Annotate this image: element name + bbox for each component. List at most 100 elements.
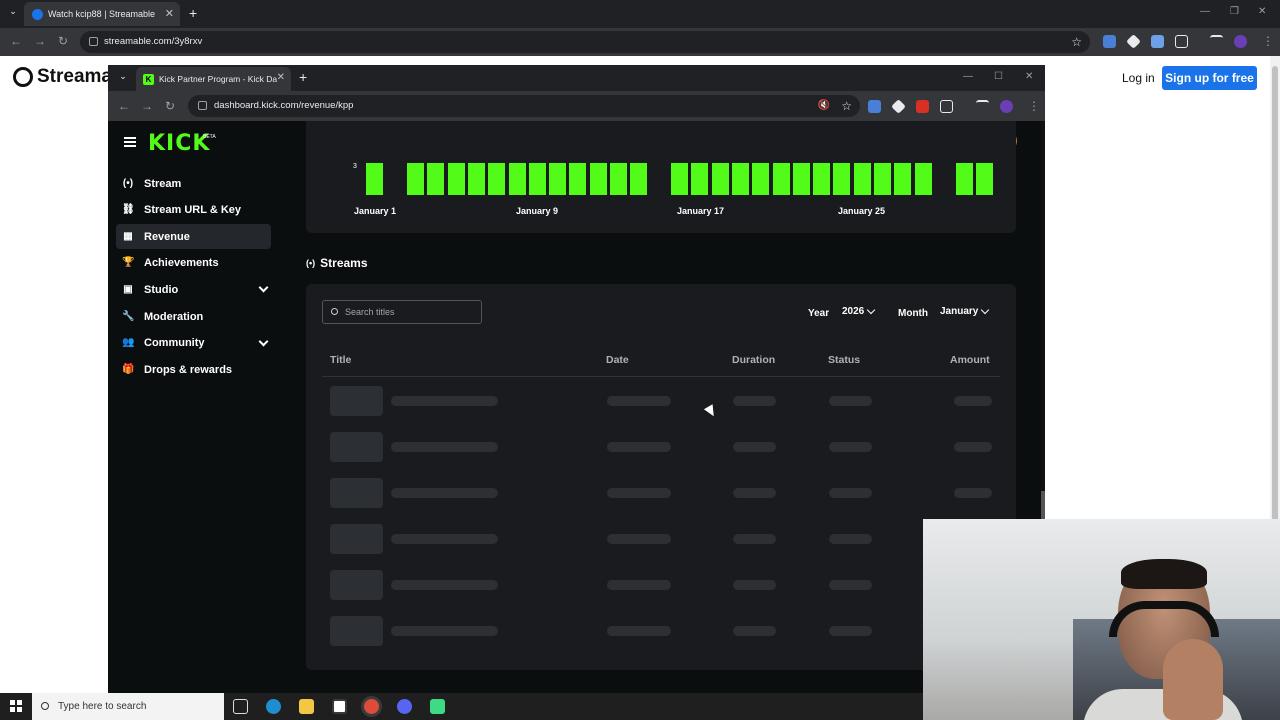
chart-bar[interactable] (752, 163, 770, 195)
chart-bar[interactable] (569, 163, 587, 195)
column-header-title[interactable]: Title (330, 354, 351, 366)
sidebar-item[interactable]: 🏆 Achievements (116, 251, 271, 276)
sidebar-item[interactable]: 🎁 Drops & rewards (116, 357, 271, 382)
chart-bar[interactable] (630, 163, 648, 195)
inner-extension-image-icon[interactable] (916, 100, 929, 113)
chart-bar[interactable] (914, 163, 932, 195)
month-select[interactable]: January (940, 302, 990, 322)
inner-minimize-icon[interactable]: — (963, 71, 973, 82)
inner-reload-icon[interactable]: ↻ (165, 99, 175, 113)
chrome-icon[interactable] (364, 699, 379, 714)
chart-bar[interactable] (711, 163, 729, 195)
media-control-icon[interactable] (1210, 35, 1223, 48)
chart-bar[interactable] (528, 163, 546, 195)
column-header-date[interactable]: Date (606, 354, 629, 366)
chevron-down-icon[interactable] (258, 336, 269, 347)
chart-bar[interactable] (427, 163, 445, 195)
chart-bar[interactable] (549, 163, 567, 195)
extension-image-icon[interactable] (1151, 35, 1164, 48)
inner-site-info-icon[interactable] (198, 101, 207, 110)
bookmark-star-icon[interactable]: ☆ (1071, 31, 1082, 53)
sidebar-item[interactable]: ⛓ Stream URL & Key (116, 198, 271, 223)
chart-bar[interactable] (447, 163, 465, 195)
chart-bar[interactable] (691, 163, 709, 195)
chart-bar[interactable] (956, 163, 973, 195)
table-row[interactable] (306, 432, 1016, 462)
table-row[interactable] (306, 524, 1016, 554)
minimize-icon[interactable]: — (1200, 6, 1210, 17)
store-icon[interactable] (332, 699, 347, 714)
column-header-duration[interactable]: Duration (732, 354, 775, 366)
table-row[interactable] (306, 386, 1016, 416)
close-window-icon[interactable]: ✕ (1258, 6, 1266, 17)
chart-bar[interactable] (589, 163, 607, 195)
browser-menu-icon[interactable]: ⋮ (1262, 34, 1274, 48)
year-select[interactable]: 2026 (842, 302, 876, 322)
chart-bar[interactable] (792, 163, 810, 195)
inner-extensions-puzzle-icon[interactable] (940, 100, 953, 113)
sidebar-item[interactable]: 👥 Community (116, 331, 271, 356)
task-view-icon[interactable] (233, 699, 248, 714)
forward-icon[interactable]: → (34, 34, 46, 48)
inner-tab-kick[interactable]: K Kick Partner Program - Kick Da ✕ (136, 67, 291, 91)
file-explorer-icon[interactable] (299, 699, 314, 714)
discord-icon[interactable] (397, 699, 412, 714)
chart-bar[interactable] (833, 163, 851, 195)
search-titles-input[interactable]: Search titles (322, 300, 482, 324)
inner-new-tab-button[interactable]: + (299, 69, 307, 85)
chart-bar[interactable] (488, 163, 506, 195)
inner-profile-avatar-icon[interactable] (1000, 100, 1013, 113)
hamburger-menu-icon[interactable] (124, 137, 136, 147)
scrollbar-thumb[interactable] (1272, 66, 1278, 526)
inner-close-window-icon[interactable]: ✕ (1025, 71, 1033, 82)
chart-bar[interactable] (407, 163, 424, 195)
site-info-icon[interactable] (89, 37, 98, 46)
inner-back-icon[interactable]: ← (118, 99, 130, 113)
reload-icon[interactable]: ↻ (58, 34, 68, 48)
inner-extension-diamond-icon[interactable] (891, 99, 906, 114)
back-icon[interactable]: ← (10, 34, 22, 48)
outer-address-bar[interactable]: streamable.com/3y8rxv ☆ (80, 31, 1090, 53)
translate-extension-icon[interactable] (1103, 35, 1116, 48)
column-header-status[interactable]: Status (828, 354, 860, 366)
maximize-icon[interactable]: ❐ (1230, 6, 1239, 17)
chart-bar[interactable] (731, 163, 749, 195)
sidebar-item[interactable]: (•) Stream (116, 171, 271, 196)
inner-forward-icon[interactable]: → (141, 99, 153, 113)
chart-bar[interactable] (976, 163, 994, 195)
table-row[interactable] (306, 616, 1016, 646)
chart-bar[interactable] (366, 163, 383, 195)
windows-start-icon[interactable] (10, 700, 22, 712)
inner-scrollbar-thumb[interactable] (1041, 491, 1045, 521)
sidebar-item[interactable]: ▣ Studio (116, 277, 271, 302)
extension-diamond-icon[interactable] (1126, 34, 1141, 49)
new-tab-button[interactable]: + (189, 5, 197, 21)
chart-bar[interactable] (610, 163, 627, 195)
chart-bar[interactable] (671, 163, 688, 195)
edge-browser-icon[interactable] (266, 699, 281, 714)
column-header-amount[interactable]: Amount (950, 354, 990, 366)
inner-address-bar[interactable]: dashboard.kick.com/revenue/kpp 🔇 ☆ (188, 95, 860, 117)
sidebar-item[interactable]: ▦ Revenue (116, 224, 271, 250)
chart-bar[interactable] (467, 163, 485, 195)
inner-translate-extension-icon[interactable] (868, 100, 881, 113)
login-link[interactable]: Log in (1122, 71, 1155, 85)
inner-maximize-icon[interactable]: ☐ (994, 71, 1003, 82)
inner-media-control-icon[interactable] (976, 100, 989, 113)
chart-bar[interactable] (772, 163, 790, 195)
inner-tab-search-button[interactable]: ⌄ (116, 71, 130, 85)
table-row[interactable] (306, 478, 1016, 508)
inner-close-tab-icon[interactable]: ✕ (277, 72, 285, 83)
chevron-down-icon[interactable] (258, 282, 269, 293)
chart-bar[interactable] (508, 163, 526, 195)
chart-bar[interactable] (853, 163, 871, 195)
table-row[interactable] (306, 570, 1016, 600)
tab-search-button[interactable]: ⌄ (6, 6, 20, 20)
taskbar-search-input[interactable]: Type here to search (32, 693, 224, 720)
chart-bar[interactable] (894, 163, 912, 195)
profile-avatar-icon[interactable] (1234, 35, 1247, 48)
inner-bookmark-star-icon[interactable]: ☆ (841, 95, 852, 117)
sidebar-item[interactable]: 🔧 Moderation (116, 304, 271, 329)
chart-bar[interactable] (813, 163, 831, 195)
outer-tab-streamable[interactable]: Watch kcip88 | Streamable ✕ (24, 2, 180, 26)
